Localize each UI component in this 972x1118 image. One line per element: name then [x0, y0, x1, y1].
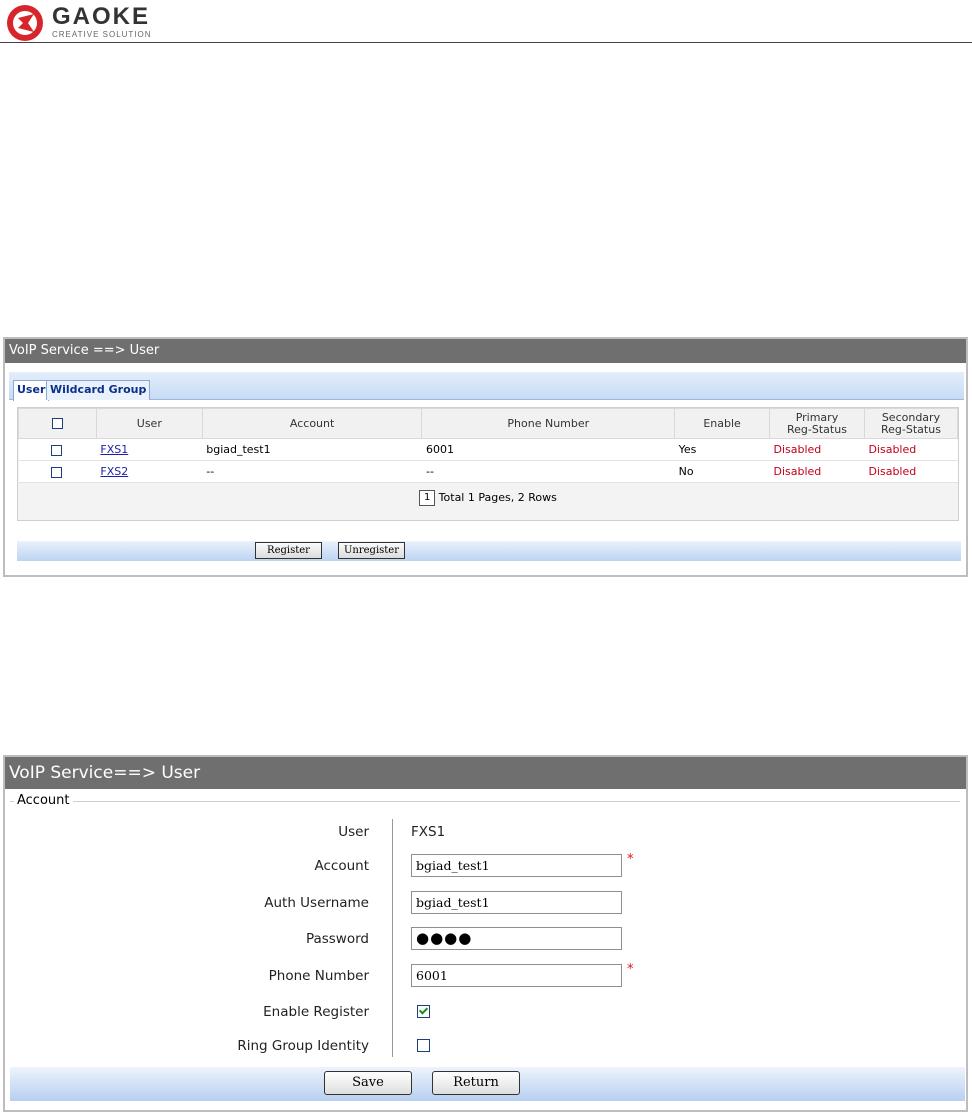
enable-cell: Yes: [674, 438, 770, 461]
user-edit-panel: VoIP Service==> User Account User FXS1 A…: [3, 755, 968, 1112]
row-select-cell: [18, 438, 97, 461]
tab-wildcard-group[interactable]: Wildcard Group: [46, 380, 151, 400]
row-checkbox[interactable]: [51, 466, 63, 478]
enable-cell: No: [674, 460, 770, 483]
user-value: FXS1: [411, 824, 446, 840]
user-cell: FXS2: [96, 460, 203, 483]
form-row-password: Password ●●●●: [5, 927, 965, 951]
account-cell: --: [202, 460, 422, 483]
header-divider: [0, 42, 972, 43]
primary-status-cell: Disabled: [769, 460, 865, 483]
edit-page-title: VoIP Service==> User: [5, 757, 966, 789]
pagination: 1 Total 1 Pages, 2 Rows: [18, 490, 958, 506]
user-link-fxs1[interactable]: FXS1: [100, 443, 128, 456]
form-action-bar: Save Return: [10, 1067, 965, 1101]
user-table-container: User Account Phone Number Enable Primary…: [17, 407, 959, 521]
user-cell: FXS1: [96, 438, 203, 461]
tab-user[interactable]: User: [13, 380, 50, 401]
phone-cell: --: [421, 460, 675, 483]
user-list-panel: VoIP Service ==> User User Wildcard Grou…: [3, 337, 968, 577]
page-number-button[interactable]: 1: [419, 490, 436, 506]
unregister-button[interactable]: Unregister: [338, 542, 405, 559]
row-checkbox[interactable]: [51, 444, 63, 456]
required-marker: *: [627, 962, 634, 977]
pagination-summary: Total 1 Pages, 2 Rows: [438, 491, 557, 504]
account-cell: bgiad_test1: [202, 438, 422, 461]
form-row-ring-group-identity: Ring Group Identity: [5, 1034, 965, 1058]
enable-register-label: Enable Register: [263, 1004, 369, 1020]
table-header-row: User Account Phone Number Enable Primary…: [18, 408, 959, 439]
form-row-auth-username: Auth Username bgiad_test1: [5, 891, 965, 915]
user-label: User: [338, 824, 369, 840]
table-row: FXS1 bgiad_test1 6001 Yes Disabled Disab…: [18, 438, 958, 461]
secondary-reg-status-label: Secondary Reg-Status: [881, 410, 941, 436]
phone-cell: 6001: [421, 438, 675, 461]
fieldset-legend: Account: [14, 793, 73, 808]
checkmark-icon: [418, 1005, 429, 1015]
user-table: User Account Phone Number Enable Primary…: [18, 408, 959, 483]
column-header-primary-reg-status: Primary Reg-Status: [769, 408, 865, 439]
brand-logo: GAOKE CREATIVE SOLUTION: [6, 3, 206, 43]
password-input[interactable]: ●●●●: [411, 927, 622, 950]
column-header-account: Account: [201, 408, 423, 439]
auth-username-label: Auth Username: [264, 895, 369, 911]
ring-group-identity-checkbox[interactable]: [417, 1039, 430, 1052]
brand-name: GAOKE: [52, 3, 151, 30]
phone-number-input[interactable]: 6001: [411, 964, 622, 987]
account-label: Account: [314, 858, 369, 874]
gaoke-logo-icon: [7, 5, 43, 41]
primary-reg-status-label: Primary Reg-Status: [787, 410, 847, 436]
table-row: FXS2 -- -- No Disabled Disabled: [18, 460, 958, 483]
tab-bar: User Wildcard Group: [9, 372, 964, 401]
register-button[interactable]: Register: [255, 542, 322, 559]
secondary-status-cell: Disabled: [864, 438, 958, 461]
form-row-enable-register: Enable Register: [5, 1000, 965, 1024]
primary-status-cell: Disabled: [769, 438, 865, 461]
column-header-user: User: [95, 408, 203, 439]
column-header-secondary-reg-status: Secondary Reg-Status: [863, 408, 959, 439]
action-bar: Register Unregister: [17, 541, 961, 561]
form-row-phone-number: Phone Number 6001 *: [5, 962, 965, 988]
save-button[interactable]: Save: [324, 1071, 412, 1095]
form-row-account: Account bgiad_test1 *: [5, 852, 965, 878]
enable-register-checkbox[interactable]: [417, 1005, 430, 1018]
return-button[interactable]: Return: [432, 1071, 520, 1095]
form-row-user: User FXS1: [5, 820, 965, 844]
column-header-phone-number: Phone Number: [421, 408, 676, 439]
brand-tagline: CREATIVE SOLUTION: [52, 30, 152, 39]
user-link-fxs2[interactable]: FXS2: [100, 465, 128, 478]
auth-username-input[interactable]: bgiad_test1: [411, 891, 622, 914]
required-marker: *: [627, 852, 634, 867]
phone-number-label: Phone Number: [268, 968, 369, 984]
ring-group-identity-label: Ring Group Identity: [237, 1038, 369, 1054]
account-input[interactable]: bgiad_test1: [411, 854, 622, 877]
password-label: Password: [305, 931, 369, 947]
select-all-cell: [18, 408, 97, 439]
page-title: VoIP Service ==> User: [5, 339, 966, 363]
column-header-enable: Enable: [674, 408, 770, 439]
secondary-status-cell: Disabled: [864, 460, 958, 483]
row-select-cell: [18, 460, 97, 483]
select-all-checkbox[interactable]: [51, 418, 63, 429]
